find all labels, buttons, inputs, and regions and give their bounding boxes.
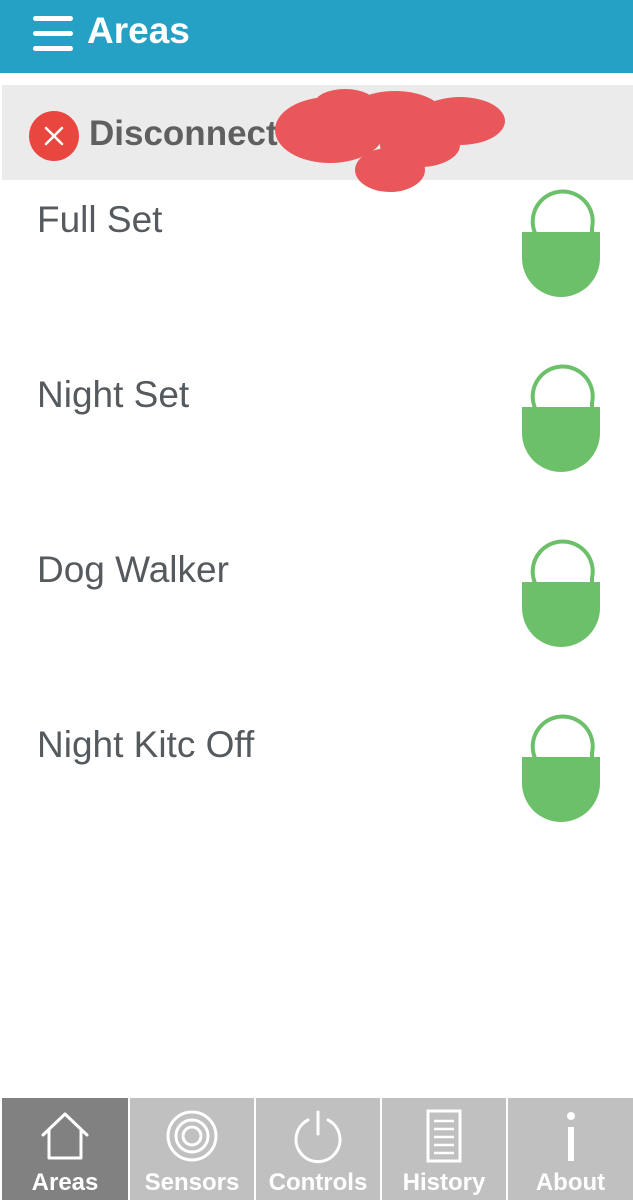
- tab-controls[interactable]: Controls: [254, 1098, 380, 1200]
- unlocked-padlock-icon[interactable]: [518, 363, 604, 478]
- area-list-item[interactable]: Full Set: [0, 188, 633, 338]
- area-list-item[interactable]: Night Set: [0, 363, 633, 513]
- power-icon: [294, 1110, 342, 1164]
- tab-label: History: [402, 1169, 486, 1196]
- area-name: Night Kitc Off: [37, 724, 255, 765]
- concentric-circles-icon: [166, 1110, 218, 1162]
- page-title: Areas: [87, 10, 190, 51]
- area-list-item[interactable]: Night Kitc Off: [0, 713, 633, 863]
- tab-label: Areas: [31, 1169, 99, 1196]
- tab-label: About: [535, 1169, 606, 1196]
- hamburger-menu-icon[interactable]: [33, 14, 73, 52]
- area-name: Night Set: [37, 374, 190, 415]
- unlocked-padlock-icon[interactable]: [518, 713, 604, 828]
- tab-label: Controls: [268, 1169, 368, 1196]
- tab-sensors[interactable]: Sensors: [128, 1098, 254, 1200]
- connection-status-text: Disconnect: [89, 114, 278, 153]
- tab-label: Sensors: [144, 1169, 240, 1196]
- home-icon: [41, 1112, 89, 1160]
- info-icon: [566, 1112, 575, 1161]
- unlocked-padlock-icon[interactable]: [518, 188, 604, 303]
- app-header: Areas: [0, 0, 633, 73]
- area-name: Full Set: [37, 199, 163, 240]
- tab-areas[interactable]: Areas: [0, 1098, 128, 1200]
- unlocked-padlock-icon[interactable]: [518, 538, 604, 653]
- redaction-scribble: [275, 89, 505, 192]
- document-list-icon: [426, 1109, 462, 1163]
- bottom-tab-bar: Areas Sensors Controls History About: [0, 1098, 633, 1200]
- area-name: Dog Walker: [37, 549, 229, 590]
- close-circle-icon[interactable]: [29, 111, 79, 161]
- tab-about[interactable]: About: [506, 1098, 633, 1200]
- area-list-item[interactable]: Dog Walker: [0, 538, 633, 688]
- tab-history[interactable]: History: [380, 1098, 506, 1200]
